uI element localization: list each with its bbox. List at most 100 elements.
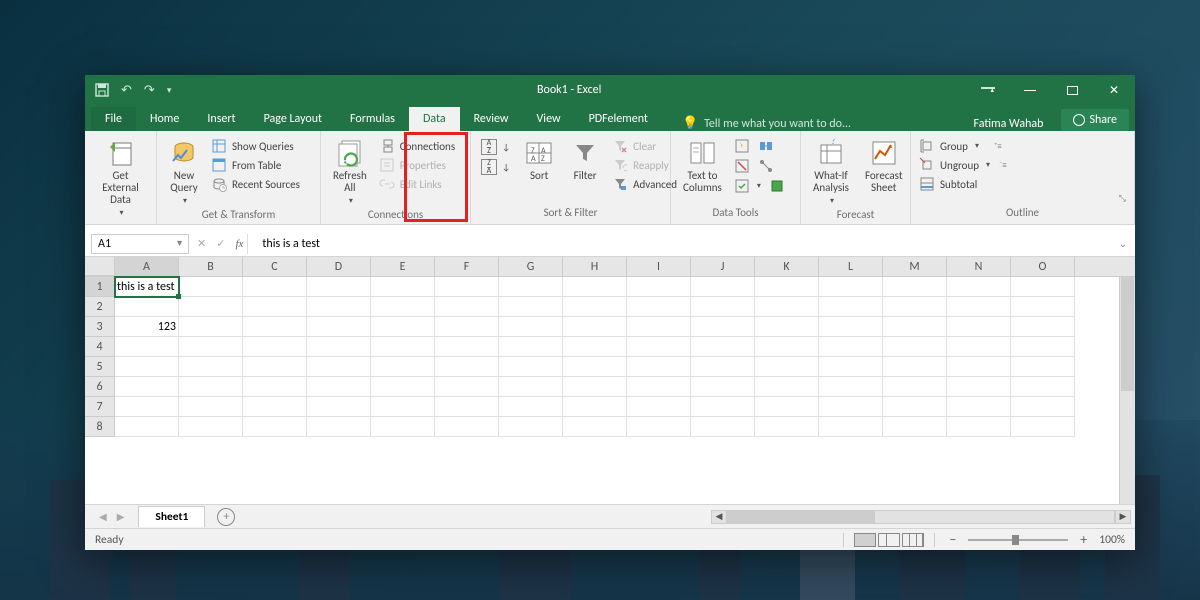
sheet-tab-active[interactable]: Sheet1 bbox=[138, 506, 205, 527]
page-layout-view-button[interactable] bbox=[878, 533, 900, 547]
share-button[interactable]: Share bbox=[1061, 109, 1129, 131]
sheet-nav-next-icon[interactable]: ▶ bbox=[117, 510, 125, 523]
horizontal-scrollbar[interactable]: ◀ ▶ bbox=[711, 509, 1131, 525]
ungroup-icon bbox=[919, 157, 935, 173]
text-to-columns-icon bbox=[687, 138, 717, 168]
outline-launcher[interactable]: ⤡ bbox=[917, 193, 1128, 204]
save-icon[interactable] bbox=[95, 83, 109, 97]
sort-button[interactable]: ZAAZ Sort bbox=[518, 136, 560, 184]
col-header-I[interactable]: I bbox=[627, 257, 691, 276]
edit-links-icon bbox=[379, 176, 395, 192]
tab-home[interactable]: Home bbox=[136, 107, 193, 131]
account-username[interactable]: Fatima Wahab bbox=[956, 117, 1062, 131]
redo-icon[interactable]: ↷ bbox=[144, 83, 155, 98]
undo-icon[interactable]: ↶ bbox=[121, 83, 132, 98]
col-header-G[interactable]: G bbox=[499, 257, 563, 276]
vertical-scrollbar[interactable] bbox=[1119, 277, 1135, 504]
col-header-C[interactable]: C bbox=[243, 257, 307, 276]
col-header-J[interactable]: J bbox=[691, 257, 755, 276]
cancel-formula-icon[interactable]: ✕ bbox=[197, 237, 206, 250]
name-box-dropdown-icon[interactable]: ▼ bbox=[175, 238, 188, 249]
enter-formula-icon[interactable]: ✓ bbox=[216, 237, 225, 250]
row-header-8[interactable]: 8 bbox=[85, 417, 115, 437]
tab-formulas[interactable]: Formulas bbox=[336, 107, 409, 131]
zoom-out-button[interactable]: − bbox=[945, 531, 960, 548]
relationships-button[interactable] bbox=[756, 157, 776, 175]
minimize-button[interactable] bbox=[1009, 75, 1051, 105]
from-table-button[interactable]: From Table bbox=[209, 156, 302, 174]
col-header-H[interactable]: H bbox=[563, 257, 627, 276]
remove-duplicates-button[interactable] bbox=[732, 157, 752, 175]
new-sheet-button[interactable]: + bbox=[217, 508, 235, 526]
row-header-1[interactable]: 1 bbox=[85, 277, 115, 297]
show-queries-button[interactable]: Show Queries bbox=[209, 137, 302, 155]
tab-file[interactable]: File bbox=[91, 107, 136, 131]
subtotal-button[interactable]: Subtotal bbox=[917, 175, 1009, 193]
col-header-D[interactable]: D bbox=[307, 257, 371, 276]
normal-view-button[interactable] bbox=[854, 533, 876, 547]
zoom-level[interactable]: 100% bbox=[1099, 533, 1125, 547]
zoom-slider[interactable] bbox=[968, 539, 1068, 541]
sort-az-button[interactable]: AZ↓ bbox=[479, 138, 512, 156]
tab-view[interactable]: View bbox=[523, 107, 575, 131]
insert-function-icon[interactable]: fx bbox=[235, 238, 243, 250]
col-header-F[interactable]: F bbox=[435, 257, 499, 276]
formula-bar: A1 ▼ ✕ ✓ fx ⌄ bbox=[85, 231, 1135, 257]
col-header-N[interactable]: N bbox=[947, 257, 1011, 276]
page-break-view-button[interactable] bbox=[902, 533, 924, 547]
forecast-sheet-button[interactable]: Forecast Sheet bbox=[859, 136, 909, 196]
tab-data[interactable]: Data bbox=[409, 107, 460, 131]
connections-button[interactable]: Connections bbox=[377, 137, 457, 155]
ribbon-options-icon[interactable]: ▴ bbox=[967, 75, 1009, 105]
close-button[interactable]: ✕ bbox=[1093, 75, 1135, 105]
row-header-3[interactable]: 3 bbox=[85, 317, 115, 337]
refresh-all-button[interactable]: Refresh All ▾ bbox=[327, 136, 373, 208]
advanced-filter-button[interactable]: Advanced bbox=[610, 175, 679, 193]
sort-za-button[interactable]: ZA↓ bbox=[479, 158, 512, 176]
row-header-4[interactable]: 4 bbox=[85, 337, 115, 357]
sheet-nav-prev-icon[interactable]: ◀ bbox=[99, 510, 107, 523]
col-header-B[interactable]: B bbox=[179, 257, 243, 276]
maximize-button[interactable] bbox=[1051, 75, 1093, 105]
tell-me-search[interactable]: 💡 Tell me what you want to do... bbox=[662, 116, 956, 131]
zoom-in-button[interactable]: + bbox=[1076, 531, 1091, 548]
cell-A3[interactable]: 123 bbox=[115, 317, 179, 337]
expand-formula-bar-icon[interactable]: ⌄ bbox=[1111, 237, 1135, 250]
tab-review[interactable]: Review bbox=[460, 107, 523, 131]
formula-input[interactable] bbox=[254, 233, 1110, 255]
col-header-A[interactable]: A bbox=[115, 257, 179, 276]
zoom-control: − + 100% bbox=[945, 531, 1125, 548]
select-all-corner[interactable] bbox=[85, 257, 115, 276]
tab-insert[interactable]: Insert bbox=[193, 107, 249, 131]
consolidate-button[interactable] bbox=[756, 137, 776, 155]
text-to-columns-button[interactable]: Text to Columns bbox=[677, 136, 728, 196]
worksheet-grid[interactable]: A B C D E F G H I J K L M N O 1this is a… bbox=[85, 257, 1135, 504]
tab-page-layout[interactable]: Page Layout bbox=[250, 107, 336, 131]
what-if-analysis-button[interactable]: ? What-If Analysis ▾ bbox=[807, 136, 855, 208]
group-rows-button[interactable]: Group▾ ⁺≡ bbox=[917, 137, 1009, 155]
col-header-K[interactable]: K bbox=[755, 257, 819, 276]
row-header-6[interactable]: 6 bbox=[85, 377, 115, 397]
filter-button[interactable]: Filter bbox=[564, 136, 606, 184]
tab-pdfelement[interactable]: PDFelement bbox=[575, 107, 662, 131]
row-header-5[interactable]: 5 bbox=[85, 357, 115, 377]
recent-sources-button[interactable]: Recent Sources bbox=[209, 175, 302, 193]
col-header-M[interactable]: M bbox=[883, 257, 947, 276]
cell-A1[interactable]: this is a test bbox=[115, 277, 179, 297]
manage-data-model-button[interactable] bbox=[767, 177, 787, 195]
name-box[interactable]: A1 ▼ bbox=[91, 234, 189, 254]
new-query-icon bbox=[169, 138, 199, 168]
col-header-O[interactable]: O bbox=[1011, 257, 1075, 276]
get-external-data-button[interactable]: Get External Data ▾ bbox=[91, 136, 150, 220]
refresh-all-icon bbox=[335, 138, 365, 168]
status-bar: Ready − + 100% bbox=[85, 528, 1135, 550]
flash-fill-button[interactable] bbox=[732, 137, 752, 155]
col-header-L[interactable]: L bbox=[819, 257, 883, 276]
ungroup-button[interactable]: Ungroup▾ ⁻≡ bbox=[917, 156, 1009, 174]
data-validation-button[interactable]: ▾ bbox=[732, 177, 763, 195]
row-header-2[interactable]: 2 bbox=[85, 297, 115, 317]
row-header-7[interactable]: 7 bbox=[85, 397, 115, 417]
sort-za-icon: ZA bbox=[481, 159, 497, 175]
new-query-button[interactable]: New Query ▾ bbox=[163, 136, 205, 208]
col-header-E[interactable]: E bbox=[371, 257, 435, 276]
